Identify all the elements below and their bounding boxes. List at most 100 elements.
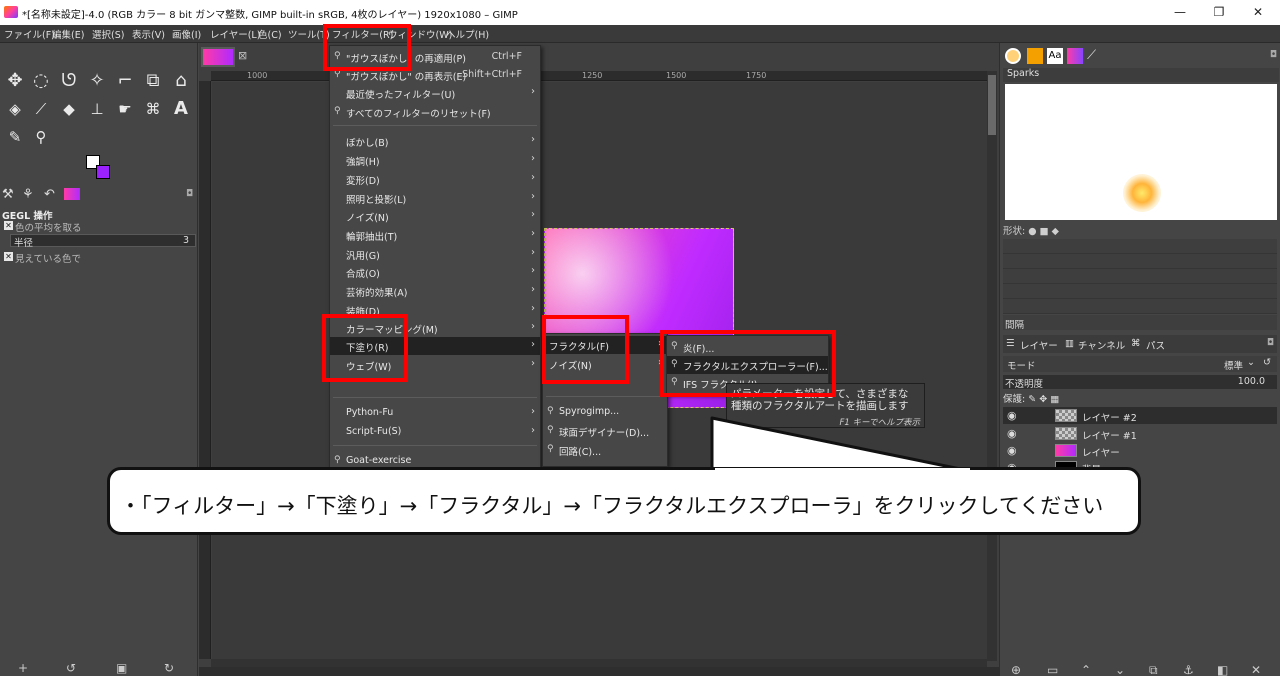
ellipse-select-icon[interactable]: ◌ xyxy=(30,70,52,92)
brush-param-row[interactable] xyxy=(1003,239,1277,254)
menu-file[interactable]: ファイル(F) xyxy=(4,27,55,41)
move-tool-icon[interactable]: ✥ xyxy=(4,70,26,92)
menu-image[interactable]: 画像(I) xyxy=(172,27,201,41)
layers-tab-icon[interactable]: ☰ xyxy=(1006,338,1015,349)
menu-item-light-shadow[interactable]: 照明と投影(L) › xyxy=(330,189,540,207)
smudge-tool-icon[interactable]: ☛ xyxy=(114,98,136,120)
maximize-button[interactable]: ❐ xyxy=(1205,3,1233,21)
menu-item-blur[interactable]: ぼかし(B) › xyxy=(330,132,540,150)
delete-layer-icon[interactable]: ✕ xyxy=(1251,663,1261,676)
fonts-tab-icon[interactable]: Aa xyxy=(1047,48,1063,64)
new-group-icon[interactable]: ▭ xyxy=(1047,663,1058,676)
image-tab-close-icon[interactable]: ⊠ xyxy=(238,49,247,62)
crop-tool-icon[interactable]: ⌐ xyxy=(114,70,136,92)
menu-item-sphere-designer[interactable]: ⚲ 球面デザイナー(D)... xyxy=(543,422,667,440)
tool-options-icon[interactable]: ⚒ xyxy=(2,187,14,202)
save-preset-icon[interactable]: + xyxy=(18,661,28,675)
panel-menu-icon[interactable]: ◘ xyxy=(1270,50,1277,60)
menu-item-reset-filters[interactable]: ⚲ すべてのフィルターのリセット(F) xyxy=(330,103,540,121)
lower-layer-icon[interactable]: ⌄ xyxy=(1115,663,1125,676)
visibility-eye-icon[interactable]: ◉ xyxy=(1007,444,1017,457)
lock-alpha-icon[interactable]: ▦ xyxy=(1050,394,1059,405)
shape-circle-icon[interactable]: ● xyxy=(1028,226,1036,237)
brushes-tab-icon[interactable] xyxy=(1005,48,1021,64)
undo-history-icon[interactable]: ↶ xyxy=(44,187,55,202)
free-select-icon[interactable]: ᘎ xyxy=(58,70,80,92)
anchor-layer-icon[interactable]: ⚓ xyxy=(1183,663,1194,676)
lock-position-icon[interactable]: ✥ xyxy=(1039,394,1047,405)
zoom-tool-icon[interactable]: ⚲ xyxy=(30,126,52,148)
menu-item-edge-detect[interactable]: 輪郭抽出(T) › xyxy=(330,226,540,244)
shape-square-icon[interactable]: ■ xyxy=(1040,226,1049,237)
menu-select[interactable]: 選択(S) xyxy=(92,27,124,41)
visibility-eye-icon[interactable]: ◉ xyxy=(1007,427,1017,440)
color-picker-icon[interactable]: ✎ xyxy=(4,126,26,148)
menu-edit[interactable]: 編集(E) xyxy=(52,27,84,41)
lock-pixels-icon[interactable]: ✎ xyxy=(1028,394,1036,405)
menu-view[interactable]: 表示(V) xyxy=(132,27,165,41)
panel-menu-icon[interactable]: ◘ xyxy=(1267,338,1274,348)
device-status-icon[interactable]: ⚘ xyxy=(22,187,34,202)
duplicate-layer-icon[interactable]: ⧉ xyxy=(1149,663,1158,676)
menu-colors[interactable]: 色(C) xyxy=(258,27,282,41)
visible-colors-checkbox[interactable]: ✕ xyxy=(4,252,13,261)
mode-reset-icon[interactable]: ↺ xyxy=(1263,357,1271,368)
bucket-fill-icon[interactable]: ◈ xyxy=(4,98,26,120)
close-button[interactable]: ✕ xyxy=(1244,3,1272,21)
layer-mode-row[interactable]: モード 標準 ⌄ ↺ xyxy=(1003,356,1277,372)
brush-param-row[interactable] xyxy=(1003,269,1277,284)
visibility-eye-icon[interactable]: ◉ xyxy=(1007,409,1017,422)
brush-preview[interactable] xyxy=(1005,84,1277,220)
delete-preset-icon[interactable]: ▣ xyxy=(116,661,127,675)
menu-item-generic[interactable]: 汎用(G) › xyxy=(330,245,540,263)
image-tab-thumbnail[interactable] xyxy=(201,47,235,67)
radius-field[interactable]: 半径 3 xyxy=(10,234,196,249)
clone-tool-icon[interactable]: ⊥ xyxy=(86,98,108,120)
text-tool-icon[interactable]: A xyxy=(170,98,192,120)
tab-layers[interactable]: レイヤー xyxy=(1020,338,1058,352)
brush-param-row[interactable] xyxy=(1003,299,1277,314)
shape-diamond-icon[interactable]: ◆ xyxy=(1052,226,1059,237)
paintbrush-icon[interactable]: ⟋ xyxy=(30,98,52,120)
reset-options-icon[interactable]: ↻ xyxy=(164,661,174,675)
menu-item-recent-filters[interactable]: 最近使ったフィルター(U) › xyxy=(330,84,540,102)
menu-item-artistic[interactable]: 芸術的効果(A) › xyxy=(330,282,540,300)
warp-tool-icon[interactable]: ⌂ xyxy=(170,70,192,92)
restore-preset-icon[interactable]: ↺ xyxy=(66,661,76,675)
menu-item-distorts[interactable]: 変形(D) › xyxy=(330,170,540,188)
opacity-row[interactable]: 不透明度 100.0 xyxy=(1003,375,1277,390)
horizontal-scrollbar[interactable] xyxy=(211,659,987,667)
vertical-scrollbar[interactable] xyxy=(987,71,997,661)
tab-channels[interactable]: チャンネル xyxy=(1078,338,1125,352)
layer-row[interactable]: ◉ レイヤー #1 xyxy=(1003,425,1277,442)
patterns-tab-icon[interactable] xyxy=(1027,48,1043,64)
menu-item-circuit[interactable]: ⚲ 回路(C)... xyxy=(543,441,667,459)
images-tab-icon[interactable] xyxy=(64,188,80,200)
paths-tool-icon[interactable]: ⌘ xyxy=(142,98,164,120)
layer-mask-icon[interactable]: ◧ xyxy=(1217,663,1228,676)
menu-help[interactable]: ヘルプ(H) xyxy=(446,27,489,41)
eraser-icon[interactable]: ◆ xyxy=(58,98,80,120)
menu-item-noise[interactable]: ノイズ(N) › xyxy=(330,207,540,225)
layer-row[interactable]: ◉ レイヤー #2 xyxy=(1003,407,1277,424)
average-color-checkbox[interactable]: ✕ xyxy=(4,221,13,230)
channels-tab-icon[interactable]: ▥ xyxy=(1065,338,1074,349)
unified-transform-icon[interactable]: ⧉ xyxy=(142,70,164,92)
paths-tab-icon[interactable]: ⌘ xyxy=(1131,338,1141,349)
menu-item-script-fu[interactable]: Script-Fu(S) › xyxy=(330,423,540,441)
vertical-scroll-thumb[interactable] xyxy=(988,75,996,135)
tab-paths[interactable]: パス xyxy=(1146,338,1165,352)
menu-item-combine[interactable]: 合成(O) › xyxy=(330,263,540,281)
brush-param-row[interactable] xyxy=(1003,254,1277,269)
menu-item-spyrogimp[interactable]: ⚲ Spyrogimp... xyxy=(543,403,667,421)
paint-dynamics-icon[interactable]: ⟋ xyxy=(1087,48,1103,64)
gradients-tab-icon[interactable] xyxy=(1067,48,1083,64)
menu-item-python-fu[interactable]: Python-Fu › xyxy=(330,404,540,422)
layer-row[interactable]: ◉ レイヤー xyxy=(1003,442,1277,459)
panel-menu-icon[interactable]: ◘ xyxy=(186,189,193,199)
menu-item-enhance[interactable]: 強調(H) › xyxy=(330,151,540,169)
background-color-swatch[interactable] xyxy=(96,165,110,179)
chevron-down-icon[interactable]: ⌄ xyxy=(1247,357,1255,368)
new-layer-icon[interactable]: ⊕ xyxy=(1011,663,1021,676)
brush-param-row[interactable] xyxy=(1003,284,1277,299)
